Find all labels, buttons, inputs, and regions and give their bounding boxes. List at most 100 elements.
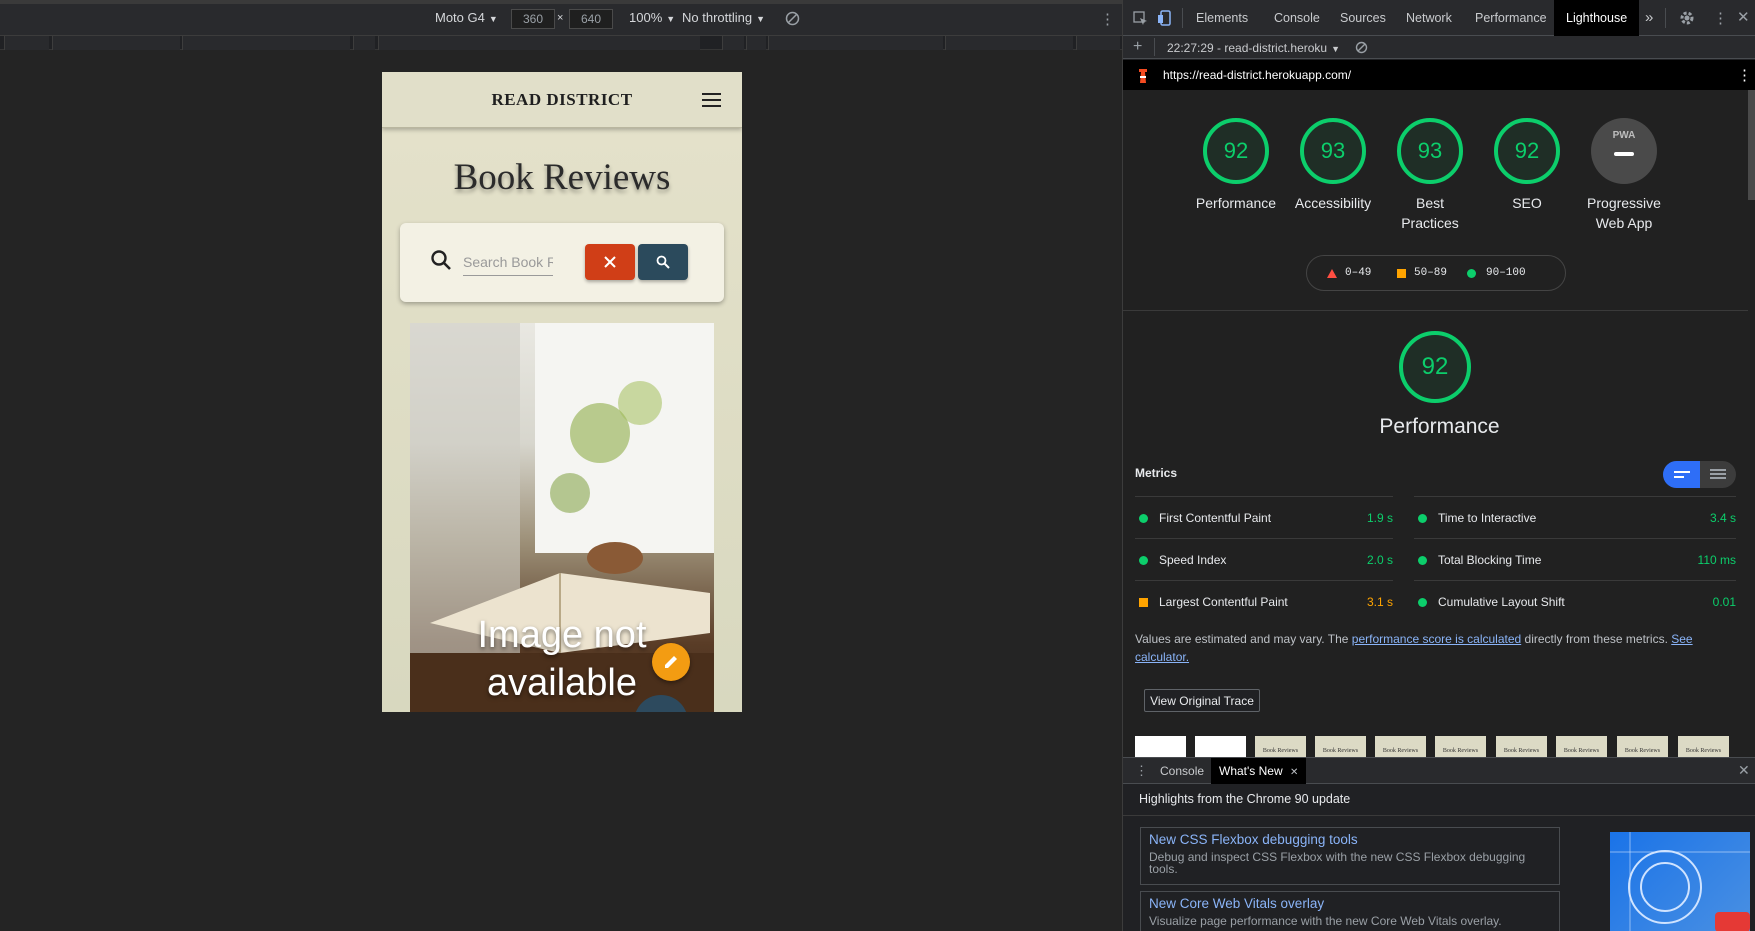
performance-title: Performance bbox=[1379, 415, 1500, 438]
chevron-down-icon: ▼ bbox=[1331, 44, 1341, 54]
page-title: Book Reviews bbox=[453, 157, 671, 198]
width-input[interactable]: 360 bbox=[511, 9, 555, 29]
score-performance[interactable]: 92 Performance bbox=[1186, 118, 1286, 213]
circle-icon bbox=[1467, 269, 1476, 278]
drawer-tab-whats-new[interactable]: What's New ✕ bbox=[1211, 758, 1307, 784]
metric-tti: Time to Interactive 3.4 s bbox=[1414, 496, 1736, 538]
drawer-tabbar: ⋮ Console What's New ✕ ✕ bbox=[1123, 758, 1755, 784]
tab-elements[interactable]: Elements bbox=[1196, 0, 1248, 36]
more-options-icon[interactable]: ⋮ bbox=[1100, 10, 1115, 28]
device-toolbar: Moto G4 ▼ 360 × 640 100% ▼ No throttling ▼ … bbox=[0, 0, 1122, 36]
metric-value: 0.01 bbox=[1712, 595, 1736, 609]
device-select[interactable]: Moto G4 ▼ bbox=[435, 10, 498, 25]
frame-title: Book Reviews bbox=[1262, 748, 1299, 754]
more-tabs-icon[interactable]: » bbox=[1645, 0, 1653, 36]
filmstrip-frame: Book Reviews bbox=[1678, 736, 1729, 757]
inspect-element-icon[interactable] bbox=[1133, 11, 1148, 26]
clear-icon[interactable] bbox=[1355, 41, 1368, 54]
pass-icon bbox=[1139, 556, 1148, 565]
whats-new-thumbnail[interactable] bbox=[1610, 832, 1750, 931]
average-icon bbox=[1139, 598, 1148, 607]
news-description: Debug and inspect CSS Flexbox with the n… bbox=[1149, 850, 1526, 876]
drawer-menu-icon[interactable]: ⋮ bbox=[1135, 763, 1148, 779]
filmstrip-frame: Book Reviews bbox=[1496, 736, 1547, 757]
square-icon bbox=[1397, 269, 1406, 278]
throttling-select[interactable]: No throttling ▼ bbox=[682, 10, 765, 25]
devtools-panel: Elements Console Sources Network Perform… bbox=[1122, 0, 1755, 931]
divider bbox=[1123, 815, 1755, 816]
score-accessibility[interactable]: 93 Accessibility bbox=[1283, 118, 1383, 213]
device-name: Moto G4 bbox=[435, 10, 485, 25]
pencil-icon bbox=[665, 656, 677, 668]
metric-name: First Contentful Paint bbox=[1159, 511, 1272, 525]
drawer-tab-console[interactable]: Console bbox=[1160, 764, 1204, 778]
tab-sources[interactable]: Sources bbox=[1340, 0, 1386, 36]
site-brand[interactable]: READ DISTRICT bbox=[382, 90, 742, 110]
lighthouse-toolbar: + 22:27:29 - read-district.heroku ▼ bbox=[1123, 36, 1755, 59]
search-icon bbox=[431, 250, 451, 270]
devtools-tabbar: Elements Console Sources Network Perform… bbox=[1123, 0, 1755, 36]
report-url[interactable]: https://read-district.herokuapp.com/ bbox=[1163, 68, 1351, 82]
more-options-icon[interactable]: ⋮ bbox=[1713, 9, 1728, 27]
edit-review-button[interactable] bbox=[652, 643, 690, 681]
lighthouse-report: 92 Performance 93 Accessibility 93 Best … bbox=[1123, 90, 1755, 757]
tab-performance[interactable]: Performance bbox=[1475, 0, 1547, 36]
score-seo[interactable]: 92 SEO bbox=[1477, 118, 1577, 213]
score-gauge: 92 bbox=[1494, 118, 1560, 184]
news-title[interactable]: New CSS Flexbox debugging tools bbox=[1149, 832, 1551, 847]
tab-console[interactable]: Console bbox=[1274, 0, 1320, 36]
news-title[interactable]: New Core Web Vitals overlay bbox=[1149, 896, 1551, 911]
metric-value: 3.1 s bbox=[1366, 595, 1393, 609]
more-options-icon[interactable]: ⋮ bbox=[1737, 66, 1752, 84]
search-button[interactable] bbox=[638, 244, 688, 280]
clear-search-button[interactable] bbox=[585, 244, 635, 280]
gear-icon[interactable] bbox=[1679, 10, 1695, 26]
triangle-icon bbox=[1327, 269, 1337, 278]
expanded-view-icon[interactable] bbox=[1700, 461, 1736, 488]
score-label: SEO bbox=[1512, 195, 1542, 211]
tab-network[interactable]: Network bbox=[1406, 0, 1452, 36]
frame-title: Book Reviews bbox=[1624, 748, 1661, 754]
metrics-view-toggle[interactable] bbox=[1663, 461, 1736, 488]
score-best-practices[interactable]: 93 Best Practices bbox=[1380, 118, 1480, 233]
performance-score-gauge: 92 bbox=[1399, 331, 1471, 403]
score-label: Performance bbox=[1195, 195, 1277, 211]
score-legend: 0–49 50–89 90–100 bbox=[1306, 255, 1566, 291]
lighthouse-icon bbox=[1139, 69, 1147, 83]
devtools-drawer: ⋮ Console What's New ✕ ✕ Highlights from… bbox=[1123, 757, 1755, 931]
score-pwa[interactable]: PWA Progressive Web App bbox=[1569, 118, 1679, 233]
report-select[interactable]: 22:27:29 - read-district.heroku ▼ bbox=[1167, 41, 1340, 55]
close-tab-icon[interactable]: ✕ bbox=[1290, 767, 1298, 778]
rotate-icon[interactable] bbox=[785, 11, 800, 26]
zoom-select[interactable]: 100% ▼ bbox=[629, 10, 675, 25]
close-icon[interactable]: ✕ bbox=[1737, 8, 1750, 26]
device-toggle-icon[interactable] bbox=[1158, 10, 1172, 26]
new-report-icon[interactable]: + bbox=[1133, 38, 1142, 56]
tab-lighthouse[interactable]: Lighthouse bbox=[1554, 0, 1640, 36]
metric-cls: Cumulative Layout Shift 0.01 bbox=[1414, 580, 1736, 622]
throttling-value: No throttling bbox=[682, 10, 753, 25]
media-query-ruler bbox=[0, 36, 1122, 50]
news-item[interactable]: New CSS Flexbox debugging tools Debug an… bbox=[1140, 827, 1560, 885]
score-label: Accessibility bbox=[1294, 195, 1372, 211]
score-calc-link[interactable]: performance score is calculated bbox=[1352, 632, 1521, 646]
news-item[interactable]: New Core Web Vitals overlay Visualize pa… bbox=[1140, 891, 1560, 931]
view-trace-button[interactable]: View Original Trace bbox=[1144, 689, 1260, 712]
close-drawer-icon[interactable]: ✕ bbox=[1738, 762, 1750, 779]
metric-speed-index: Speed Index 2.0 s bbox=[1135, 538, 1393, 580]
chevron-down-icon: ▼ bbox=[488, 14, 498, 24]
filmstrip-frame: Book Reviews bbox=[1375, 736, 1426, 757]
chevron-down-icon: ▼ bbox=[756, 14, 766, 24]
search-input[interactable] bbox=[463, 248, 553, 276]
filmstrip-frame: Book Reviews bbox=[1435, 736, 1486, 757]
legend-average: 50–89 bbox=[1414, 267, 1448, 279]
height-input[interactable]: 640 bbox=[569, 9, 613, 29]
compact-view-icon[interactable] bbox=[1663, 461, 1700, 488]
legend-poor: 0–49 bbox=[1345, 267, 1372, 279]
score-gauge: 93 bbox=[1300, 118, 1366, 184]
note-text: directly from these metrics. bbox=[1521, 632, 1672, 646]
whats-new-heading: Highlights from the Chrome 90 update bbox=[1139, 792, 1351, 806]
report-scrollbar[interactable] bbox=[1748, 90, 1755, 200]
metric-name: Speed Index bbox=[1159, 553, 1227, 567]
pwa-badge-icon: PWA bbox=[1591, 118, 1657, 184]
